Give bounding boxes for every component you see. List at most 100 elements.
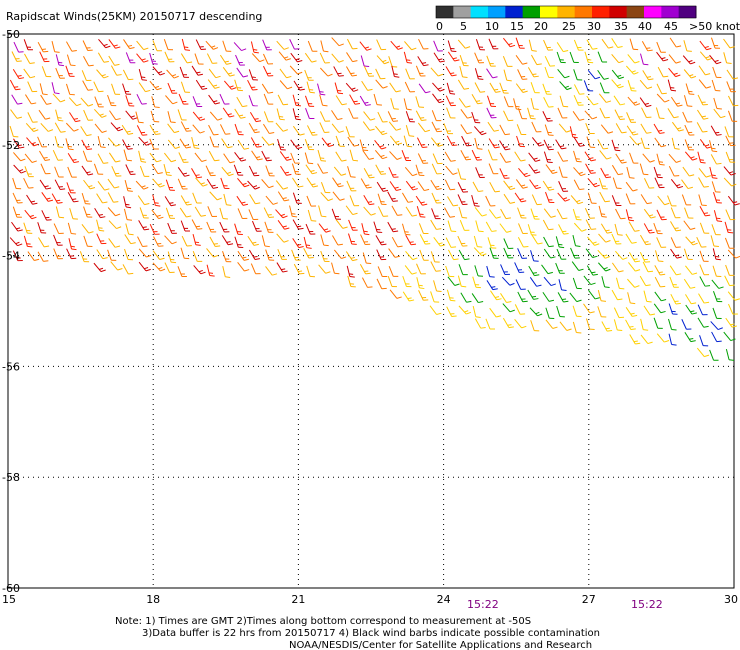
wind-barb — [293, 263, 305, 275]
wind-barb — [319, 111, 331, 122]
wind-barb — [485, 221, 497, 232]
wind-barb — [642, 70, 654, 81]
wind-barb — [611, 289, 623, 301]
wind-barb — [54, 136, 64, 148]
wind-barb — [559, 321, 572, 331]
wind-barb — [139, 207, 149, 219]
wind-barb — [699, 40, 712, 51]
wind-barb — [248, 95, 258, 107]
wind-barb — [55, 67, 65, 79]
legend-tick-label: 30 — [587, 20, 601, 33]
wind-barb — [418, 223, 429, 235]
wind-barb — [376, 249, 387, 261]
wind-barb — [163, 39, 174, 51]
wind-barb — [696, 122, 708, 133]
wind-barb — [152, 262, 166, 272]
wind-barb — [558, 181, 569, 192]
wind-barb — [320, 250, 330, 262]
wind-barb — [209, 236, 221, 248]
wind-barb — [249, 111, 262, 123]
wind-barb — [472, 181, 484, 192]
wind-barb — [401, 150, 411, 161]
wind-barb — [559, 95, 569, 108]
wind-barb — [107, 192, 119, 203]
wind-barb — [317, 163, 328, 174]
wind-barb — [191, 168, 203, 179]
wind-barb — [137, 236, 148, 247]
wind-barb — [376, 39, 387, 51]
wind-barb — [361, 277, 373, 288]
wind-barb — [319, 67, 333, 77]
wind-barb — [544, 124, 554, 136]
wind-barb — [543, 208, 556, 218]
wind-barb — [555, 139, 567, 150]
wind-barb — [670, 178, 684, 189]
wind-barb — [388, 248, 401, 258]
wind-barb — [12, 152, 26, 162]
wind-barb — [320, 192, 334, 202]
wind-barb — [725, 264, 735, 276]
wind-barb — [247, 235, 259, 246]
wind-barb — [263, 53, 274, 65]
wind-barb — [433, 40, 443, 52]
wind-barb — [377, 111, 388, 123]
wind-barb — [545, 307, 555, 319]
latitude-labels: -50-52-54-56-58-60 — [2, 28, 20, 595]
wind-barb — [724, 221, 734, 234]
wind-barb — [122, 264, 134, 275]
wind-barb — [698, 168, 711, 178]
wind-barb — [699, 250, 709, 262]
wind-barb — [83, 206, 93, 218]
wind-barb — [167, 222, 177, 234]
wind-barb — [611, 262, 624, 273]
wind-barb — [457, 39, 471, 49]
wind-barb — [713, 97, 722, 110]
wind-barb — [654, 265, 666, 276]
wind-barb — [12, 68, 25, 80]
wind-barb — [303, 236, 312, 249]
wind-barb — [192, 124, 205, 134]
wind-barb — [81, 165, 94, 176]
wind-barb — [163, 164, 172, 176]
wind-barb — [572, 111, 585, 121]
wind-barb — [499, 168, 510, 179]
wind-barb — [625, 209, 634, 222]
wind-barb — [601, 276, 610, 289]
wind-barb — [447, 51, 460, 62]
wind-barb — [597, 139, 609, 150]
wind-barb — [709, 349, 719, 361]
wind-barb — [557, 192, 570, 202]
wind-barb — [335, 219, 348, 229]
wind-barb — [628, 221, 640, 232]
wind-barb — [543, 248, 556, 259]
wind-barb — [685, 304, 697, 315]
wind-barb — [194, 53, 204, 65]
wind-barb — [209, 111, 223, 121]
wind-barb — [473, 235, 483, 248]
wind-barb — [249, 194, 261, 205]
wind-barb — [376, 55, 390, 65]
wind-barb — [446, 107, 456, 119]
wind-barb — [362, 121, 375, 131]
wind-barb — [83, 235, 93, 247]
wind-barb — [417, 56, 429, 67]
wind-barb — [361, 80, 373, 91]
wind-barb — [447, 220, 457, 233]
wind-barb — [668, 67, 681, 78]
legend-tick-label: 5 — [460, 20, 467, 33]
wind-barb — [252, 220, 262, 232]
wind-barb — [528, 152, 541, 162]
wind-barb — [629, 334, 641, 345]
wind-barb — [503, 193, 516, 204]
wind-barb — [276, 108, 285, 121]
wind-barb — [291, 163, 301, 175]
wind-barb — [192, 111, 206, 121]
wind-barb — [712, 307, 722, 319]
wind-barb — [405, 206, 418, 217]
wind-barb — [374, 150, 388, 160]
legend-swatch — [522, 6, 541, 18]
wind-barb — [611, 139, 621, 152]
wind-barb — [611, 195, 622, 207]
wind-barb — [558, 224, 569, 235]
wind-barb — [472, 305, 481, 318]
